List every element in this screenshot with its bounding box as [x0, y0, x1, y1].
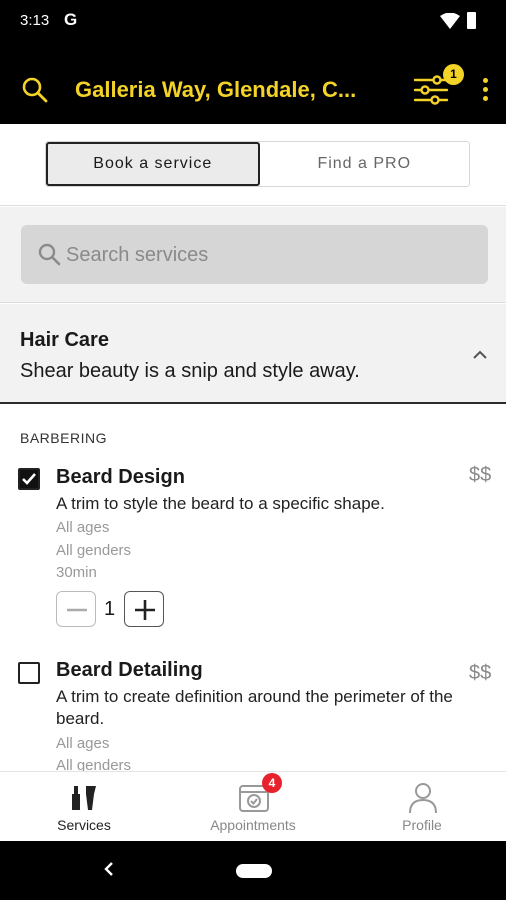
- nav-label: Appointments: [210, 817, 296, 833]
- home-pill[interactable]: [236, 864, 272, 878]
- status-time: 3:13: [20, 12, 50, 29]
- wifi-icon: [440, 13, 460, 29]
- nav-profile[interactable]: Profile: [338, 772, 506, 842]
- search-icon[interactable]: [22, 77, 48, 103]
- system-nav-bar: [0, 841, 506, 900]
- service-price: $$: [469, 464, 492, 486]
- service-description: A trim to style the beard to a specific …: [56, 494, 385, 513]
- location-title[interactable]: Galleria Way, Glendale, C...: [75, 77, 380, 103]
- service-genders: All genders: [56, 542, 132, 559]
- category-description: Shear beauty is a snip and style away.: [20, 360, 360, 382]
- search-icon: [38, 243, 61, 266]
- google-icon: G: [64, 10, 78, 29]
- back-icon[interactable]: [103, 861, 115, 877]
- quantity-value: 1: [104, 598, 116, 620]
- tab-book-service[interactable]: Book a service: [46, 142, 260, 186]
- mode-selector: Book a service Find a PRO: [0, 124, 506, 206]
- check-icon: [22, 473, 36, 485]
- service-checkbox[interactable]: [18, 468, 40, 490]
- bottom-nav: Services Appointments 4 Profile: [0, 771, 506, 841]
- category-name: Hair Care: [20, 329, 109, 351]
- plus-icon: [135, 600, 155, 620]
- service-price: $$: [469, 662, 492, 684]
- battery-icon: [467, 12, 476, 29]
- decrement-button[interactable]: [56, 591, 96, 627]
- search-placeholder: Search services: [66, 244, 209, 266]
- services-icon: [72, 786, 96, 810]
- filter-badge: 1: [443, 64, 464, 85]
- person-icon: [409, 783, 437, 814]
- service-checkbox[interactable]: [18, 662, 40, 684]
- tab-find-pro[interactable]: Find a PRO: [260, 142, 470, 186]
- service-genders: All genders: [56, 757, 132, 771]
- service-list: BARBERING Beard Design $$ A trim to styl…: [0, 406, 506, 771]
- service-name: Beard Detailing: [56, 659, 203, 681]
- search-section: Search services: [0, 207, 506, 303]
- minus-icon: [67, 608, 87, 612]
- search-input[interactable]: Search services: [21, 225, 488, 284]
- section-label: BARBERING: [20, 430, 107, 446]
- service-duration: 30min: [56, 564, 97, 581]
- chevron-up-icon[interactable]: [472, 349, 488, 359]
- nav-appointments[interactable]: Appointments: [169, 772, 337, 842]
- service-ages: All ages: [56, 735, 110, 752]
- nav-services[interactable]: Services: [0, 772, 168, 842]
- overflow-menu-icon[interactable]: [483, 78, 489, 105]
- appointments-badge: 4: [262, 773, 282, 793]
- service-ages: All ages: [56, 519, 110, 536]
- status-bar: 3:13 G: [0, 0, 506, 44]
- service-description: A trim to create definition around the p…: [56, 687, 453, 728]
- increment-button[interactable]: [124, 591, 164, 627]
- nav-label: Services: [57, 817, 111, 833]
- app-bar: Galleria Way, Glendale, C... 1: [0, 44, 506, 124]
- service-name: Beard Design: [56, 466, 185, 488]
- nav-label: Profile: [402, 817, 442, 833]
- category-header[interactable]: Hair Care Shear beauty is a snip and sty…: [0, 304, 506, 404]
